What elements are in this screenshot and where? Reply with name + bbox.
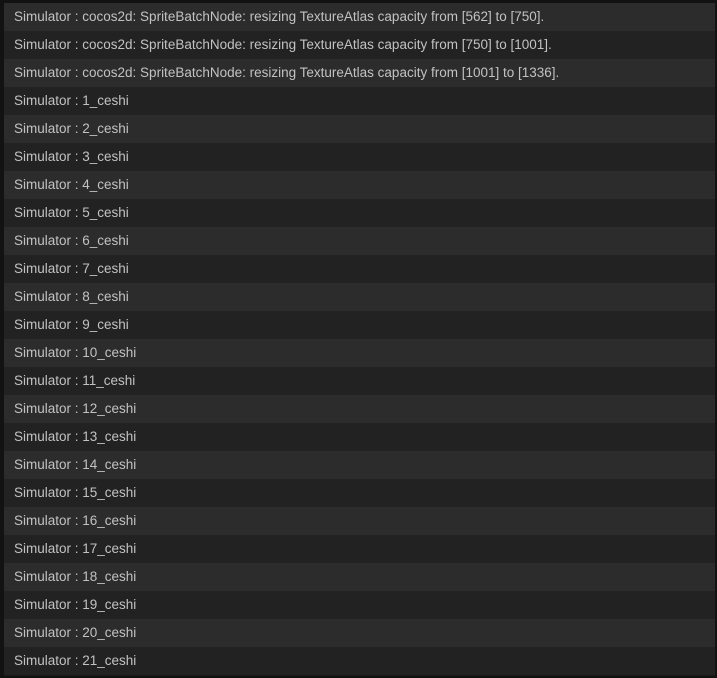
log-line[interactable]: Simulator : 3_ceshi — [4, 143, 715, 171]
log-line[interactable]: Simulator : 2_ceshi — [4, 115, 715, 143]
log-line[interactable]: Simulator : 7_ceshi — [4, 255, 715, 283]
log-line[interactable]: Simulator : cocos2d: SpriteBatchNode: re… — [4, 31, 715, 59]
log-line[interactable]: Simulator : 10_ceshi — [4, 339, 715, 367]
log-line[interactable]: Simulator : 15_ceshi — [4, 479, 715, 507]
log-line[interactable]: Simulator : cocos2d: SpriteBatchNode: re… — [4, 59, 715, 87]
log-line[interactable]: Simulator : 12_ceshi — [4, 395, 715, 423]
log-line[interactable]: Simulator : 19_ceshi — [4, 591, 715, 619]
console-output-panel[interactable]: Simulator : cocos2d: SpriteBatchNode: re… — [0, 0, 717, 678]
log-line[interactable]: Simulator : 21_ceshi — [4, 647, 715, 675]
log-line[interactable]: Simulator : 16_ceshi — [4, 507, 715, 535]
log-line[interactable]: Simulator : 17_ceshi — [4, 535, 715, 563]
log-line[interactable]: Simulator : 4_ceshi — [4, 171, 715, 199]
log-line[interactable]: Simulator : 14_ceshi — [4, 451, 715, 479]
log-line[interactable]: Simulator : cocos2d: SpriteBatchNode: re… — [4, 3, 715, 31]
log-line[interactable]: Simulator : 5_ceshi — [4, 199, 715, 227]
log-line[interactable]: Simulator : 8_ceshi — [4, 283, 715, 311]
log-line[interactable]: Simulator : 18_ceshi — [4, 563, 715, 591]
log-line[interactable]: Simulator : 11_ceshi — [4, 367, 715, 395]
log-line[interactable]: Simulator : 1_ceshi — [4, 87, 715, 115]
log-line[interactable]: Simulator : 20_ceshi — [4, 619, 715, 647]
log-line[interactable]: Simulator : 6_ceshi — [4, 227, 715, 255]
log-line[interactable]: Simulator : 13_ceshi — [4, 423, 715, 451]
log-list: Simulator : cocos2d: SpriteBatchNode: re… — [4, 3, 715, 675]
log-line[interactable]: Simulator : 9_ceshi — [4, 311, 715, 339]
